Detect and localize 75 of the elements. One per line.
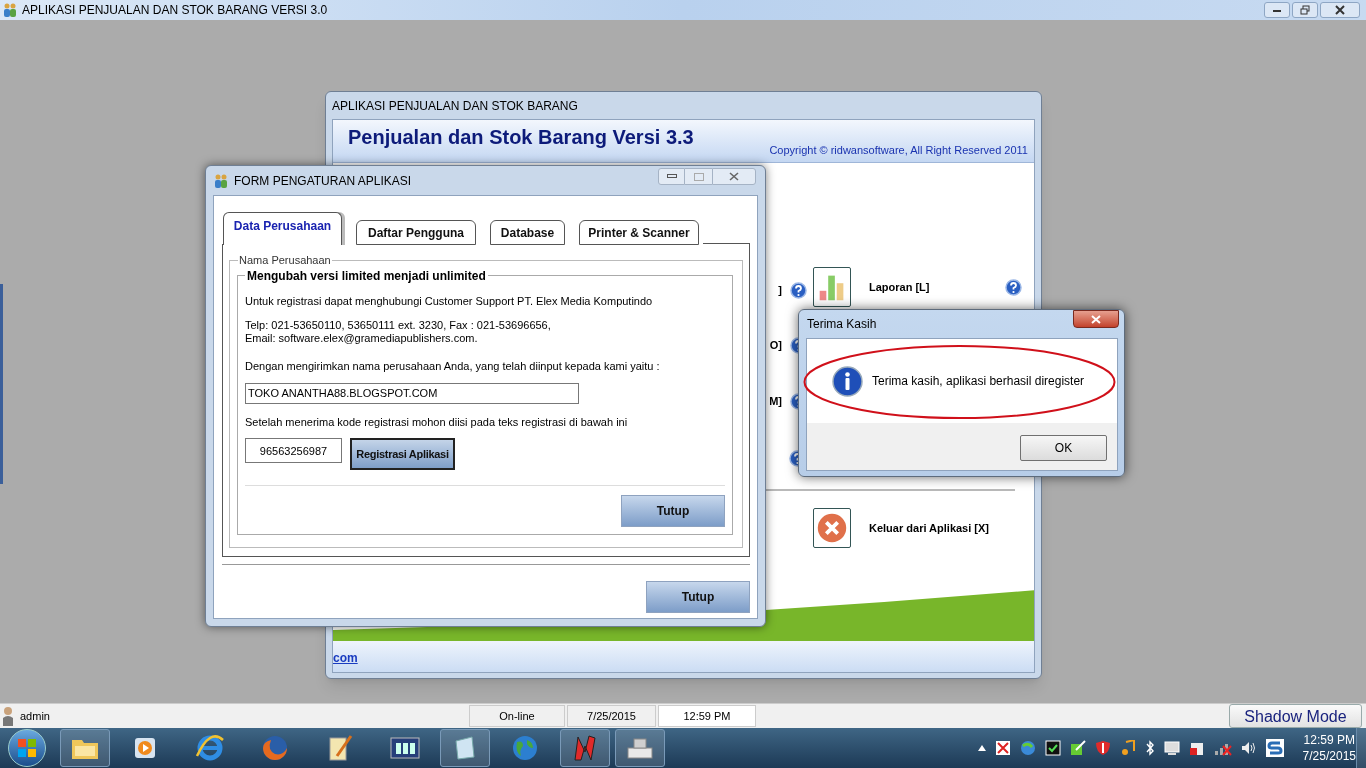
app-title: APLIKASI PENJUALAN DAN STOK BARANG VERSI 3.0	[22, 2, 328, 19]
start-button[interactable]	[8, 729, 46, 767]
close-button[interactable]	[1073, 310, 1119, 328]
minimize-icon	[1272, 7, 1282, 13]
tab[interactable]: Printer & Scanner	[579, 220, 699, 245]
registration-code-field[interactable]: 96563256987	[245, 438, 342, 463]
tab[interactable]: Daftar Pengguna	[356, 220, 476, 245]
close-form-button[interactable]: Tutup	[646, 581, 750, 613]
monitor-icon[interactable]	[1163, 740, 1180, 756]
close-icon	[729, 172, 739, 181]
user-name: admin	[20, 708, 51, 724]
notepad-icon[interactable]	[440, 729, 490, 767]
windows-logo-icon	[17, 738, 37, 758]
checkbox-icon[interactable]	[1044, 740, 1061, 756]
phone-text: Telp: 021-53650110, 53650111 ext. 3230, Fax : 021-53696656,	[245, 319, 552, 332]
footer-link[interactable]: com	[333, 648, 358, 667]
maximize-icon	[693, 172, 704, 181]
tab[interactable]: Database	[490, 220, 565, 245]
group-label: Nama Perusahaan	[238, 253, 332, 268]
email-text: Email: software.elex@gramediapublishers.com.	[245, 332, 479, 345]
music-note-icon[interactable]	[1119, 740, 1136, 756]
menu-label[interactable]: Keluar dari Aplikasi [X]	[869, 519, 1005, 537]
device-icon[interactable]	[1188, 740, 1205, 756]
ok-button[interactable]: OK	[1020, 435, 1107, 461]
status-date: 7/25/2015	[567, 705, 656, 727]
dialog-message: Terima kasih, aplikasi berhasil diregister	[872, 373, 1085, 390]
clock[interactable]: 12:59 PM 7/25/2015	[1302, 732, 1356, 764]
tab[interactable]: Data Perusahaan	[223, 212, 342, 245]
exit-icon[interactable]	[813, 508, 851, 548]
user-icon	[2, 706, 14, 726]
minimize-button[interactable]	[1264, 2, 1290, 18]
status-time: 12:59 PM	[658, 705, 756, 727]
clock-time: 12:59 PM	[1303, 732, 1355, 748]
speaker-icon[interactable]	[1240, 740, 1257, 756]
app-heading: Penjualan dan Stok Barang Versi 3.3	[348, 125, 694, 150]
menu-label[interactable]: M]	[769, 393, 782, 410]
clock-date: 7/25/2015	[1302, 748, 1356, 764]
copyright-text: Copyright © ridwansoftware, All Right Reserved 2011	[769, 142, 1028, 158]
help-icon[interactable]	[790, 282, 807, 299]
register-button[interactable]: Registrasi Aplikasi	[350, 438, 455, 470]
info-text: Untuk registrasi dapat menghubungi Customer Support PT. Elex Media Komputindo	[245, 293, 654, 309]
window-title: FORM PENGATURAN APLIKASI	[234, 172, 412, 190]
logo-icon[interactable]	[560, 729, 610, 767]
restore-icon	[1300, 5, 1310, 15]
connection-status: On-line	[469, 705, 565, 727]
cash-register-icon[interactable]	[615, 729, 665, 767]
bluetooth-icon[interactable]	[1144, 740, 1155, 756]
prompt-text: Dengan mengirimkan nama perusahaan Anda, yang telah diinput kepada kami yaitu :	[245, 359, 661, 374]
company-name-field[interactable]: TOKO ANANTHA88.BLOGSPOT.COM	[245, 382, 579, 404]
window-title: APLIKASI PENJUALAN DAN STOK BARANG	[332, 97, 578, 115]
shadow-mode-button[interactable]: Shadow Mode	[1229, 704, 1362, 728]
section-title: Mengubah versi limited menjadi unlimited	[246, 267, 487, 285]
menu-label[interactable]: O]	[769, 337, 782, 354]
restore-button[interactable]	[1292, 2, 1318, 18]
edit-icon[interactable]	[1069, 740, 1086, 756]
close-panel-button[interactable]: Tutup	[621, 495, 725, 527]
bar-chart-icon[interactable]	[813, 267, 851, 307]
minimize-icon	[666, 174, 677, 179]
help-icon[interactable]	[1005, 278, 1022, 296]
menu-label[interactable]: ]	[778, 282, 782, 299]
people-icon	[213, 172, 229, 189]
code-prompt-text: Setelah menerima kode registrasi mohon diisi pada teks registrasi di bawah ini	[245, 414, 629, 430]
menu-label[interactable]: Laporan [L]	[869, 278, 1005, 296]
info-icon	[832, 365, 863, 397]
folder-icon[interactable]	[60, 729, 110, 767]
close-button[interactable]	[1320, 2, 1360, 18]
show-hidden-icons-icon[interactable]	[977, 745, 986, 751]
globe-icon[interactable]	[1019, 740, 1036, 756]
close-icon	[1335, 5, 1345, 15]
app-s-icon[interactable]	[1265, 739, 1284, 757]
people-icon	[2, 2, 18, 18]
show-desktop-button[interactable]	[1356, 728, 1366, 768]
minimize-button[interactable]	[658, 168, 685, 185]
dialog-title: Terima Kasih	[807, 316, 877, 333]
close-icon	[1091, 314, 1101, 324]
